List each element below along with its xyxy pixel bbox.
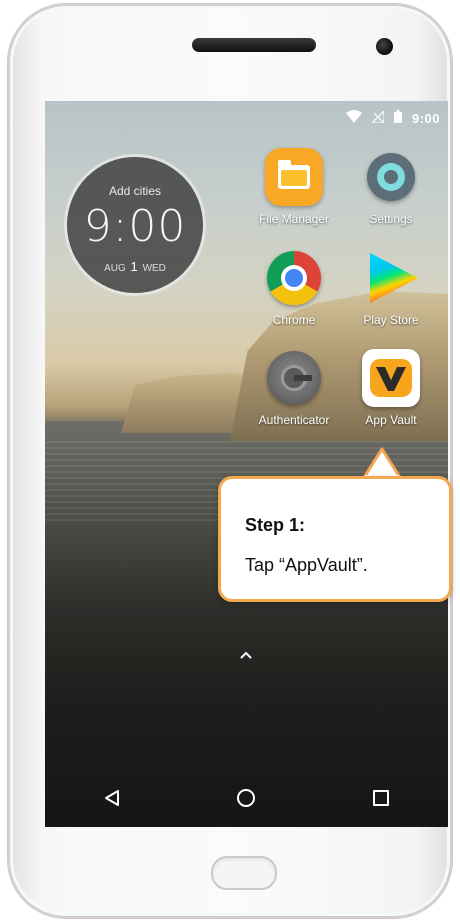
app-file-manager[interactable]: File Manager	[250, 148, 338, 226]
play-store-icon	[362, 249, 420, 307]
clock-date: AUG 1 WED	[67, 259, 203, 274]
file-manager-icon	[265, 148, 323, 206]
app-drawer-arrow-icon[interactable]	[235, 643, 257, 665]
instruction-callout: Step 1: Tap “AppVault”.	[218, 476, 452, 602]
callout-step: Step 1:	[245, 515, 306, 535]
status-time: 9:00	[411, 110, 440, 126]
recents-square-icon	[372, 790, 389, 806]
home-nav-button[interactable]	[226, 778, 266, 818]
app-label: Authenticator	[258, 413, 330, 427]
home-circle-icon	[237, 789, 256, 807]
back-button[interactable]	[92, 778, 132, 818]
settings-icon	[362, 148, 420, 206]
no-signal-icon	[370, 109, 385, 126]
app-label: Chrome	[272, 313, 316, 327]
navigation-bar	[45, 769, 448, 827]
app-settings[interactable]: Settings	[347, 148, 435, 226]
clock-date-weekday: WED	[142, 263, 166, 274]
callout-text: Tap “AppVault”.	[245, 555, 368, 575]
wifi-icon	[345, 110, 362, 126]
app-play-store[interactable]: Play Store	[347, 249, 435, 327]
add-cities-link[interactable]: Add cities	[67, 184, 203, 198]
callout-pointer	[363, 447, 401, 479]
chrome-icon	[265, 249, 323, 307]
app-vault-icon	[362, 349, 420, 407]
clock-time: 9:00	[83, 201, 187, 252]
recents-button[interactable]	[361, 778, 401, 818]
status-bar: 9:00	[345, 107, 440, 129]
app-label: File Manager	[258, 212, 330, 226]
clock-date-day: 1	[130, 259, 138, 274]
speaker-grille	[192, 38, 316, 52]
front-camera	[376, 38, 393, 55]
physical-home-button[interactable]	[211, 856, 277, 890]
app-label: Settings	[369, 212, 413, 226]
app-label: App Vault	[365, 413, 417, 427]
authenticator-icon	[265, 349, 323, 407]
app-chrome[interactable]: Chrome	[250, 249, 338, 327]
app-authenticator[interactable]: Authenticator	[250, 349, 338, 427]
app-label: Play Store	[363, 313, 419, 327]
clock-date-month: AUG	[104, 263, 126, 274]
clock-widget[interactable]: Add cities 9:00 AUG 1 WED	[67, 157, 203, 293]
app-app-vault[interactable]: App Vault	[347, 349, 435, 427]
battery-icon	[393, 110, 402, 126]
